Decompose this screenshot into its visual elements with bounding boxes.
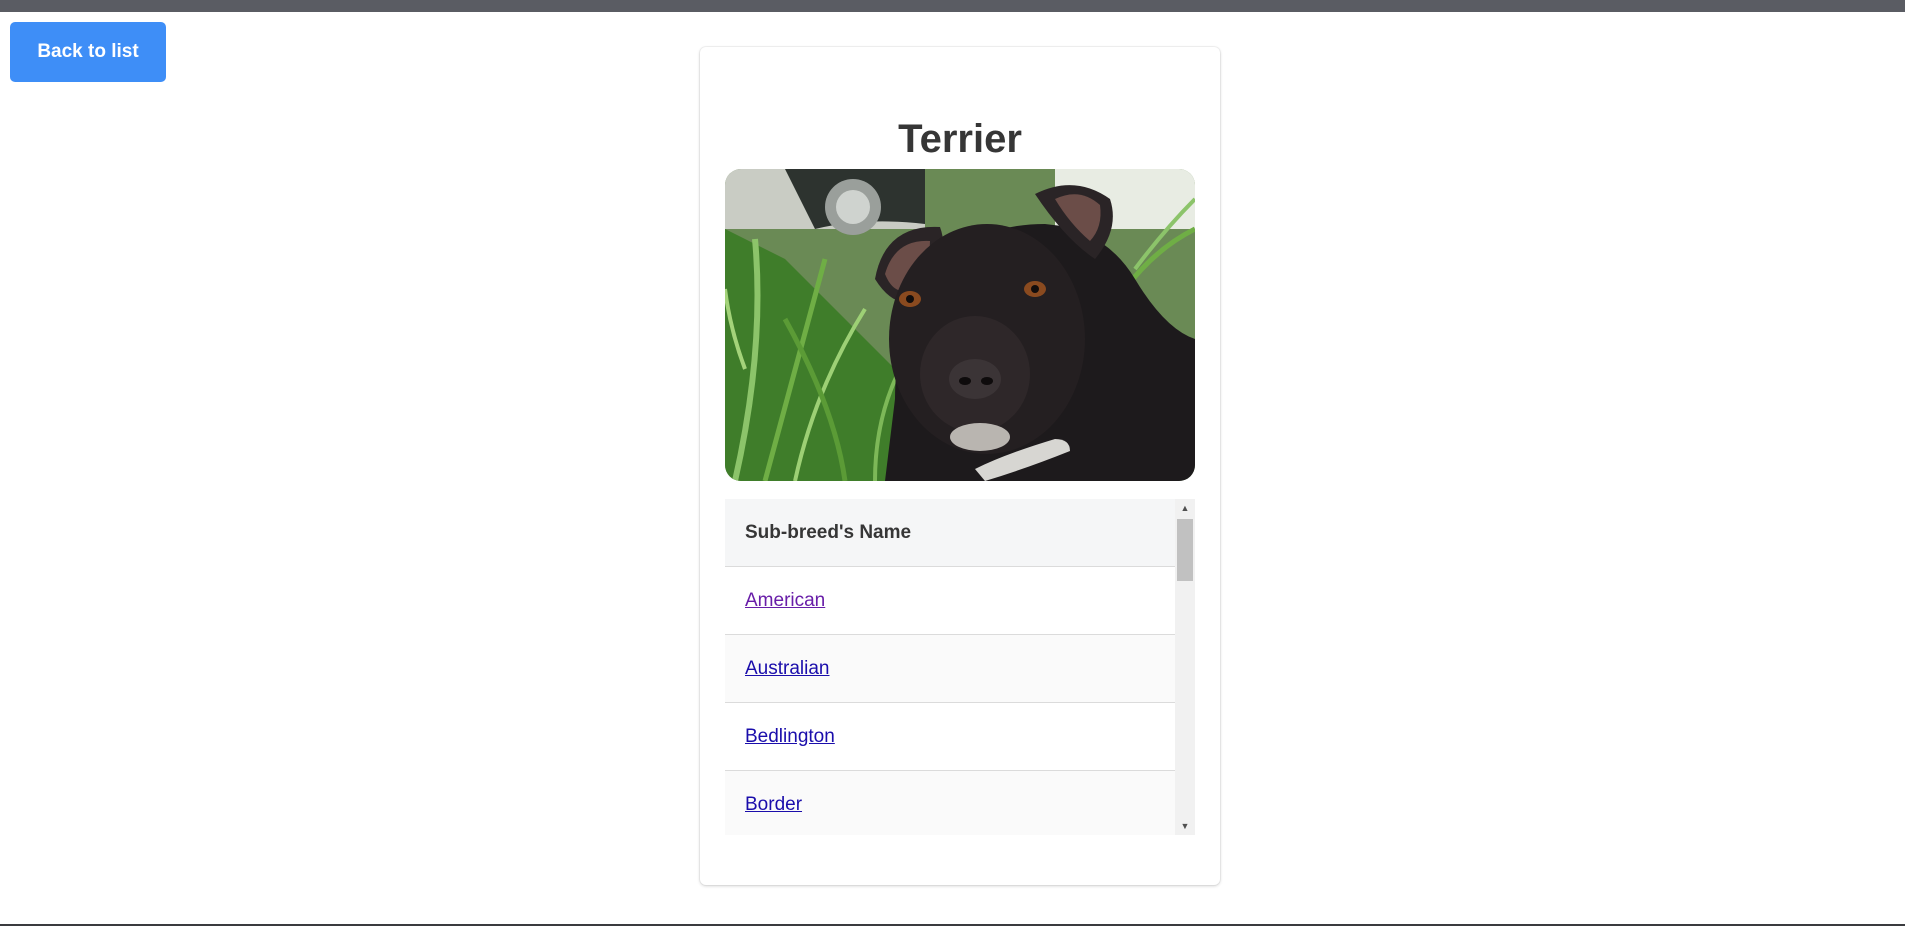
table-row: American [725,567,1175,635]
subbreed-link-american[interactable]: American [745,590,825,612]
triangle-up-icon[interactable]: ▲ [1175,499,1195,517]
subbreed-link-border[interactable]: Border [745,794,802,816]
breed-photo [725,169,1195,481]
breed-title: Terrier [898,117,1022,161]
scrollbar-thumb[interactable] [1177,519,1193,581]
breed-card: Terrier Sub-breed's Name American Austra… [700,47,1220,885]
table-row: Border [725,771,1175,835]
subbreed-list: Sub-breed's Name American Australian Bed… [725,499,1175,835]
window-top-bar [0,0,1905,12]
triangle-down-icon[interactable]: ▼ [1175,817,1195,835]
subbreed-table-header: Sub-breed's Name [725,499,1175,567]
table-row: Australian [725,635,1175,703]
table-row: Bedlington [725,703,1175,771]
back-to-list-button[interactable]: Back to list [10,22,166,82]
subbreed-link-bedlington[interactable]: Bedlington [745,726,835,748]
subbreed-scrollbar[interactable]: ▲ ▼ [1175,499,1195,835]
subbreed-link-australian[interactable]: Australian [745,658,830,680]
subbreed-table: Sub-breed's Name American Australian Bed… [725,499,1195,835]
